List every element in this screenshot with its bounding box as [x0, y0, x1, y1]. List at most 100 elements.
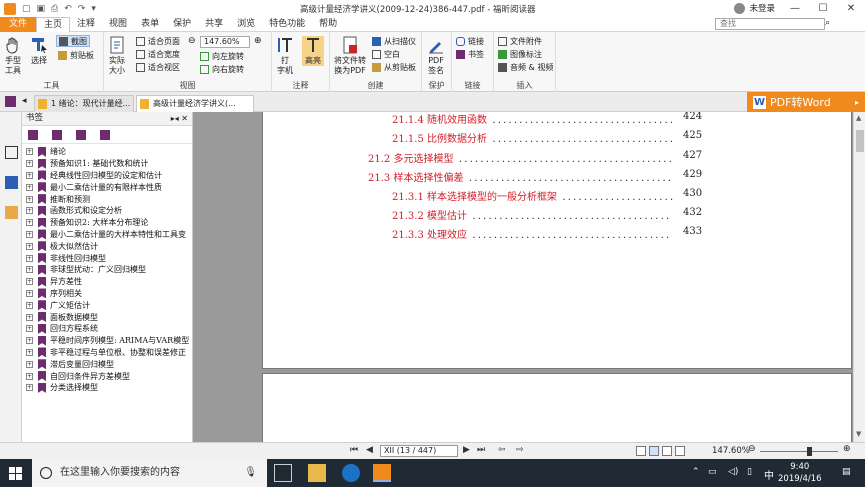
facing-icon[interactable]: [662, 446, 672, 456]
task-view-icon[interactable]: [274, 464, 292, 482]
zoom-slider-thumb[interactable]: [807, 447, 812, 456]
toc-entry[interactable]: 21.1.5 比例数据分析 ..........................…: [392, 130, 702, 145]
ime-indicator[interactable]: 中: [764, 467, 774, 482]
file-explorer-icon[interactable]: [308, 464, 326, 482]
next-page-icon[interactable]: ▶: [463, 445, 470, 455]
comments-icon[interactable]: [5, 206, 18, 219]
continuous-icon[interactable]: [649, 446, 659, 456]
volume-icon[interactable]: ◁): [728, 467, 738, 477]
tab-file[interactable]: 文件: [0, 16, 37, 32]
vertical-scrollbar[interactable]: ▲ ▼: [853, 112, 865, 442]
bookmark-item[interactable]: + 最小二乘估计量的大样本特性和工具变: [22, 229, 193, 241]
convert-to-pdf-button[interactable]: 将文件转 换为PDF: [334, 36, 366, 76]
bookmark-item[interactable]: + 最小二乘估计量的有限样本性质: [22, 181, 193, 193]
expand-icon[interactable]: +: [26, 289, 33, 297]
select-tool-button[interactable]: 选择: [30, 36, 48, 66]
pdf-sign-button[interactable]: PDF 签名: [427, 36, 445, 76]
print-icon[interactable]: ⎙: [51, 4, 58, 14]
bookmark-item[interactable]: + 滞后变量回归模型: [22, 358, 193, 370]
tab-scroll-left-icon[interactable]: ◂: [22, 96, 27, 106]
expand-icon[interactable]: +: [26, 230, 33, 238]
search-icon[interactable]: ⌕: [825, 18, 837, 30]
snapshot-button[interactable]: 截图: [56, 35, 90, 47]
from-clipboard-button[interactable]: 从剪贴板: [372, 61, 416, 73]
add-bookmark-icon[interactable]: [52, 130, 62, 140]
expand-icon[interactable]: +: [26, 360, 33, 368]
back-icon[interactable]: ⇦: [498, 445, 506, 455]
expand-icon[interactable]: +: [26, 148, 33, 156]
panel-collapse-icon[interactable]: ▸◂ ✕: [171, 112, 188, 125]
zoom-in-icon[interactable]: ⊕: [254, 36, 262, 46]
bookmark-item[interactable]: + 推断和预测: [22, 193, 193, 205]
last-page-icon[interactable]: ⏭: [477, 445, 485, 455]
expand-bookmark-icon[interactable]: [28, 130, 38, 140]
bookmark-item[interactable]: + 预备知识1: 基础代数和统计: [22, 158, 193, 170]
bookmark-item[interactable]: + 经典线性回归模型的设定和估计: [22, 170, 193, 182]
zoom-field[interactable]: 147.60%: [200, 36, 250, 48]
tray-expand-icon[interactable]: ⌃: [692, 467, 700, 477]
expand-icon[interactable]: +: [26, 242, 33, 250]
tab-protect[interactable]: 保护: [166, 17, 198, 32]
taskbar-search-input[interactable]: 在这里输入你要搜索的内容 🎙: [32, 459, 267, 487]
redo-icon[interactable]: ↷: [78, 4, 86, 14]
expand-icon[interactable]: +: [26, 372, 33, 380]
single-page-icon[interactable]: [636, 446, 646, 456]
expand-icon[interactable]: +: [26, 301, 33, 309]
audio-video-button[interactable]: 音频 & 视频: [498, 61, 553, 73]
bookmark-options-icon[interactable]: [100, 130, 110, 140]
toc-entry[interactable]: 21.2 多元选择模型 ............................…: [368, 150, 702, 165]
typewriter-button[interactable]: 打 字机: [276, 36, 294, 76]
bookmark-item[interactable]: + 广义矩估计: [22, 299, 193, 311]
bookmark-item[interactable]: + 非平稳过程与单位根、协整和误差修正: [22, 347, 193, 359]
bookmark-item[interactable]: + 非线性回归模型: [22, 252, 193, 264]
prev-page-icon[interactable]: ◀: [366, 445, 373, 455]
open-icon[interactable]: ▢: [22, 4, 31, 14]
battery-icon[interactable]: ▯: [747, 467, 752, 477]
undo-icon[interactable]: ↶: [64, 4, 72, 14]
save-icon[interactable]: ▣: [37, 4, 46, 14]
expand-icon[interactable]: +: [26, 254, 33, 262]
scroll-down-icon[interactable]: ▼: [856, 430, 861, 438]
expand-icon[interactable]: +: [26, 313, 33, 321]
tab-form[interactable]: 表单: [134, 17, 166, 32]
bookmark-item[interactable]: + 回归方程系统: [22, 323, 193, 335]
expand-icon[interactable]: +: [26, 384, 33, 392]
close-button[interactable]: ✕: [837, 0, 865, 17]
tab-browse[interactable]: 浏览: [230, 17, 262, 32]
zoom-out-status-icon[interactable]: ⊖: [748, 444, 756, 454]
expand-icon[interactable]: +: [26, 171, 33, 179]
tab-home[interactable]: 主页: [36, 16, 71, 32]
doc-tab-1[interactable]: 1 绪论：现代计量经...: [34, 95, 134, 112]
bookmark-button[interactable]: 书签: [456, 48, 484, 60]
toc-entry[interactable]: 21.1.4 随机效用函数 ..........................…: [392, 112, 702, 126]
forward-icon[interactable]: ⇨: [516, 445, 524, 455]
pdf-to-word-button[interactable]: W PDF转Word ▸: [747, 92, 865, 112]
user-login[interactable]: 未登录: [734, 2, 775, 14]
tab-help[interactable]: 帮助: [312, 17, 344, 32]
expand-icon[interactable]: +: [26, 195, 33, 203]
bookmark-item[interactable]: + 序列相关: [22, 288, 193, 300]
fit-width-button[interactable]: 适合宽度: [136, 48, 180, 60]
bookmark-item[interactable]: + 绪论: [22, 146, 193, 158]
rotate-right-button[interactable]: 向右旋转: [200, 63, 244, 75]
customize-icon[interactable]: ▾: [91, 4, 96, 14]
file-attachment-button[interactable]: 文件附件: [498, 35, 542, 47]
actual-size-button[interactable]: 实际 大小: [108, 36, 126, 76]
windows-start-icon[interactable]: [9, 467, 22, 480]
layers-icon[interactable]: [5, 176, 18, 189]
bookmark-item[interactable]: + 极大似然估计: [22, 240, 193, 252]
fit-visible-button[interactable]: 适合视区: [136, 61, 180, 73]
doc-tab-2[interactable]: 高级计量经济学讲义(...: [136, 95, 254, 112]
bookmark-item[interactable]: + 分类选择模型: [22, 382, 193, 394]
bookmark-item[interactable]: + 函数形式和设定分析: [22, 205, 193, 217]
rotate-left-button[interactable]: 向左旋转: [200, 50, 244, 62]
document-view[interactable]: 21.1.4 随机效用函数 ..........................…: [193, 112, 853, 442]
foxit-reader-icon[interactable]: [373, 464, 391, 482]
page-number-field[interactable]: XII (13 / 447): [380, 445, 458, 457]
first-page-icon[interactable]: ⏮: [350, 445, 358, 455]
expand-icon[interactable]: +: [26, 337, 33, 345]
toc-entry[interactable]: 21.3.2 模型估计 ............................…: [392, 207, 702, 222]
bookmark-item[interactable]: + 预备知识2: 大样本分布理论: [22, 217, 193, 229]
edge-browser-icon[interactable]: [342, 464, 360, 482]
expand-icon[interactable]: +: [26, 266, 33, 274]
